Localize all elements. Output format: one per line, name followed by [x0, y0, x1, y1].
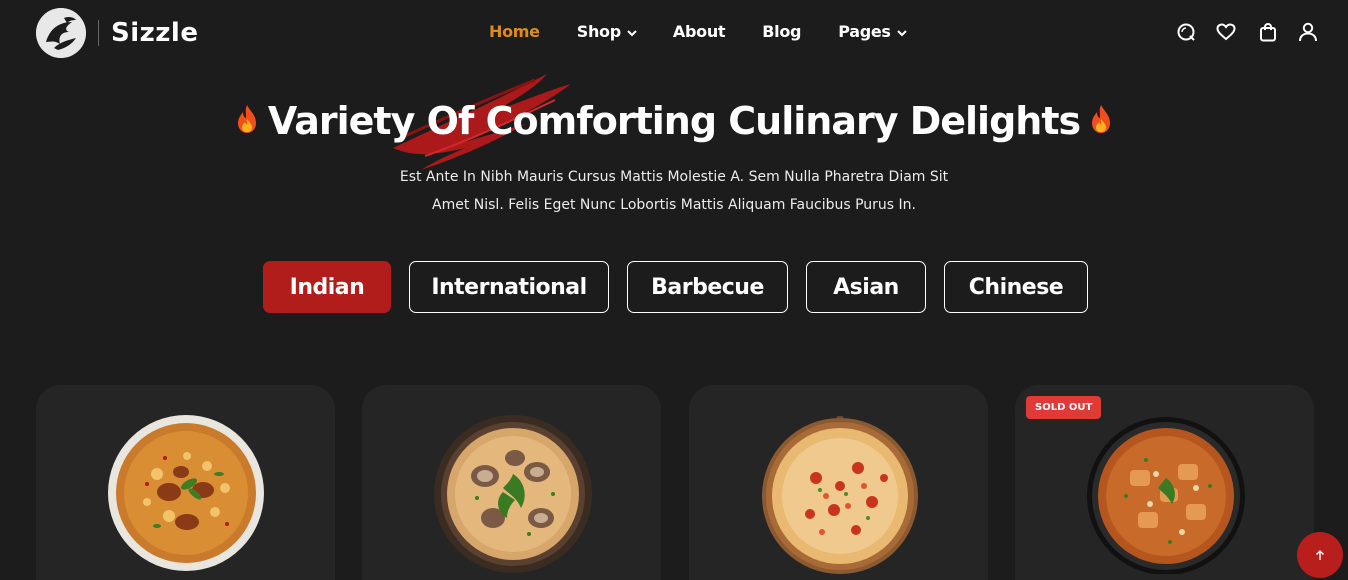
product-card[interactable] — [362, 385, 661, 580]
site-header: Sizzle Home Shop About Blog Pages — [0, 0, 1348, 66]
subtitle-line-2: Amet Nisl. Felis Eget Nunc Lobortis Matt… — [432, 197, 916, 213]
scroll-to-top-button[interactable] — [1297, 532, 1343, 578]
user-icon[interactable] — [1297, 21, 1319, 43]
pizza-image[interactable] — [760, 414, 920, 574]
logo[interactable]: Sizzle — [36, 8, 198, 58]
fire-icon — [1090, 99, 1112, 143]
category-tabs: Indian International Barbecue Asian Chin… — [263, 261, 1088, 313]
nav-blog[interactable]: Blog — [762, 22, 801, 41]
header-actions — [1175, 21, 1319, 43]
tab-international[interactable]: International — [409, 261, 609, 313]
nav-pages-label: Pages — [838, 22, 891, 41]
product-card[interactable]: SOLD OUT — [1015, 385, 1314, 580]
subtitle-line-1: Est Ante In Nibh Mauris Cursus Mattis Mo… — [399, 169, 949, 185]
mushroom-soup-image[interactable] — [433, 414, 593, 574]
nav-home-label: Home — [489, 22, 540, 41]
tab-asian[interactable]: Asian — [806, 261, 926, 313]
logo-divider — [98, 20, 99, 46]
fire-icon — [236, 99, 258, 143]
main-nav: Home Shop About Blog Pages — [489, 22, 944, 41]
nav-about-label: About — [672, 22, 726, 41]
product-card[interactable] — [689, 385, 988, 580]
section-title: Variety Of Comforting Culinary Delights — [0, 96, 1348, 143]
nav-shop-label: Shop — [576, 22, 621, 41]
nav-shop[interactable]: Shop — [577, 22, 637, 41]
curry-image[interactable] — [1086, 414, 1246, 574]
hero-title-text: Variety Of Comforting Culinary Delights — [267, 98, 1081, 143]
tab-barbecue[interactable]: Barbecue — [627, 261, 788, 313]
arrow-up-icon — [1314, 546, 1326, 565]
tab-indian[interactable]: Indian — [263, 261, 391, 313]
brand-name[interactable]: Sizzle — [111, 18, 198, 48]
nav-pages[interactable]: Pages — [838, 22, 907, 41]
search-icon[interactable] — [1175, 21, 1197, 43]
chevron-down-icon — [627, 22, 637, 41]
shopping-bag-icon[interactable] — [1257, 21, 1279, 43]
tab-chinese[interactable]: Chinese — [944, 261, 1088, 313]
section-subtitle: Est Ante In Nibh Mauris Cursus Mattis Mo… — [0, 163, 1348, 219]
nav-about[interactable]: About — [672, 22, 726, 41]
heart-icon[interactable] — [1215, 21, 1237, 43]
dragon-logo-icon — [36, 8, 86, 58]
nav-home[interactable]: Home — [489, 22, 540, 41]
product-card[interactable] — [36, 385, 335, 580]
biryani-image[interactable] — [107, 414, 265, 572]
chevron-down-icon — [896, 22, 907, 41]
nav-blog-label: Blog — [762, 22, 802, 41]
